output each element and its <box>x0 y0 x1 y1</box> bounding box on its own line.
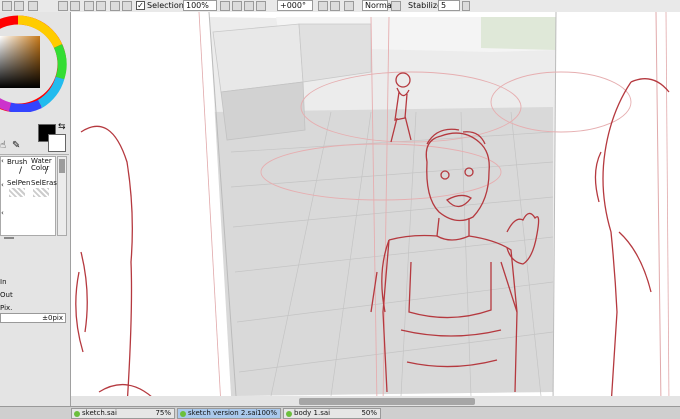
nav-in-label[interactable]: In <box>0 278 7 286</box>
tool-seleras-label[interactable]: SelEras <box>31 179 57 187</box>
file-status-icon <box>286 411 292 417</box>
eyedropper-icon[interactable]: ✎ <box>12 140 20 151</box>
view-icon[interactable] <box>96 1 106 11</box>
nav-pix-label: Pix. <box>0 304 13 312</box>
selection-label: Selection <box>147 1 184 10</box>
tool-scrollbar[interactable] <box>57 156 67 236</box>
document-tab-sketch-v2[interactable]: sketch version 2.sai 100% <box>177 408 281 419</box>
tab-name: body 1.sai <box>294 409 331 417</box>
chevron-left-icon: ‹ <box>1 157 4 165</box>
file-status-icon <box>74 411 80 417</box>
tab-zoom: 75% <box>155 409 171 417</box>
zoom-reset-icon[interactable] <box>256 1 266 11</box>
rotate-reset-icon[interactable] <box>344 1 354 11</box>
offset-field[interactable]: ±0pix <box>0 313 66 323</box>
chevron-left-icon: ‹ <box>1 181 4 189</box>
zoom-minus-icon[interactable] <box>220 1 230 11</box>
tab-zoom: 50% <box>361 409 377 417</box>
grid-icon[interactable] <box>14 1 24 11</box>
tool-watercolor-label[interactable]: Water Color <box>31 158 53 172</box>
seleras-icon <box>33 188 49 197</box>
document-tab-body[interactable]: body 1.sai 50% <box>283 408 381 419</box>
flip-icon[interactable] <box>391 1 401 11</box>
rotation-field[interactable]: +000° <box>277 0 313 11</box>
stabilizer-field[interactable]: 5 <box>438 0 460 11</box>
selection-checkbox[interactable]: ✓ <box>136 1 145 10</box>
rotate-left-icon[interactable] <box>318 1 328 11</box>
invert-selection-icon[interactable] <box>70 1 80 11</box>
tab-name: sketch version 2.sai <box>188 409 258 417</box>
tool-selpen-label[interactable]: SelPen <box>7 179 30 187</box>
counter-side <box>298 23 372 83</box>
chevron-left-icon: ‹ <box>1 209 4 217</box>
h-scroll-thumb <box>299 398 475 405</box>
blend-mode-select[interactable]: Normal <box>362 0 394 11</box>
zoom-plus-icon[interactable] <box>232 1 242 11</box>
counter-top <box>212 23 304 93</box>
nav-out-label[interactable]: Out <box>0 291 13 299</box>
swap-colors-icon[interactable]: ⇆ <box>58 122 66 132</box>
scrollbar-thumb[interactable] <box>59 159 65 173</box>
chevron-down-icon[interactable] <box>462 1 470 11</box>
hand-icon[interactable]: ☝ <box>0 140 6 151</box>
drawing-canvas[interactable] <box>71 12 680 406</box>
tab-zoom: 100% <box>256 409 277 417</box>
tool-brush-label[interactable]: Brush <box>7 158 27 166</box>
deselect-icon[interactable] <box>58 1 68 11</box>
document-tab-sketch[interactable]: sketch.sai 75% <box>71 408 175 419</box>
file-status-icon <box>180 411 186 417</box>
secondary-color-swatch[interactable] <box>48 134 66 152</box>
selpen-icon <box>9 188 25 197</box>
right-wall <box>553 12 680 406</box>
brush-tool-grid: Brush Water Color / / SelPen SelEras ‹ ‹… <box>0 156 57 236</box>
left-wall <box>71 12 231 406</box>
watercolor-icon: / <box>45 166 49 176</box>
divider <box>0 154 69 155</box>
zoom-fit-icon[interactable] <box>244 1 254 11</box>
rotate-right-icon[interactable] <box>330 1 340 11</box>
view-icon[interactable] <box>122 1 132 11</box>
panel-resize-handle[interactable] <box>4 237 14 239</box>
zoom-field[interactable]: 100% <box>183 0 217 11</box>
document-tab-bar: sketch.sai 75% sketch version 2.sai 100%… <box>0 406 680 419</box>
grid-icon[interactable] <box>2 1 12 11</box>
counter-front <box>220 81 306 141</box>
selection-toggle-icon[interactable] <box>84 1 94 11</box>
color-wheel[interactable] <box>0 12 70 112</box>
left-tool-panel: ⇆ ☝ ✎ Brush Water Color / / SelPen SelEr… <box>0 12 71 406</box>
tab-name: sketch.sai <box>82 409 117 417</box>
brush-icon: / <box>19 166 23 176</box>
view-icon[interactable] <box>110 1 120 11</box>
window <box>481 17 556 50</box>
hatch-icon[interactable] <box>28 1 38 11</box>
sketch-artwork <box>71 12 680 406</box>
